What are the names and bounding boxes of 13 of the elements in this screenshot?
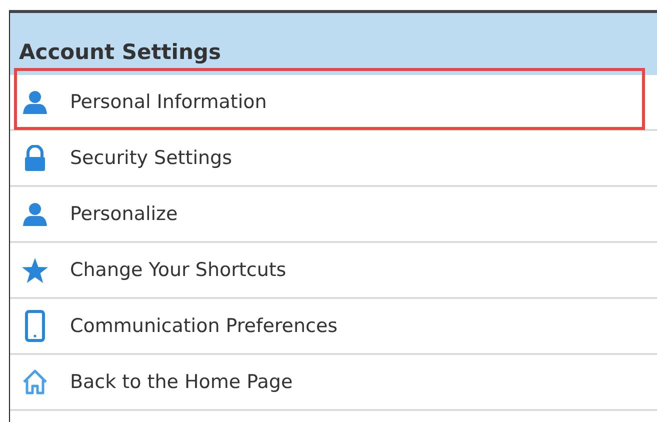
home-icon (22, 369, 48, 395)
smartphone-icon (25, 310, 45, 342)
menu-item[interactable]: Personalize (70, 203, 178, 225)
menu-item[interactable]: Communication Preferences (70, 315, 338, 337)
menu-item[interactable]: Back to the Home Page (70, 371, 293, 393)
star-icon (21, 256, 49, 284)
person-icon (22, 201, 48, 227)
menu-item[interactable]: Security Settings (70, 147, 232, 169)
menu-item[interactable]: Personal Information (70, 91, 267, 113)
menu-item[interactable]: Change Your Shortcuts (70, 259, 286, 281)
person-icon (22, 89, 48, 115)
lock-icon (23, 144, 47, 172)
panel-title: Account Settings (19, 40, 221, 64)
